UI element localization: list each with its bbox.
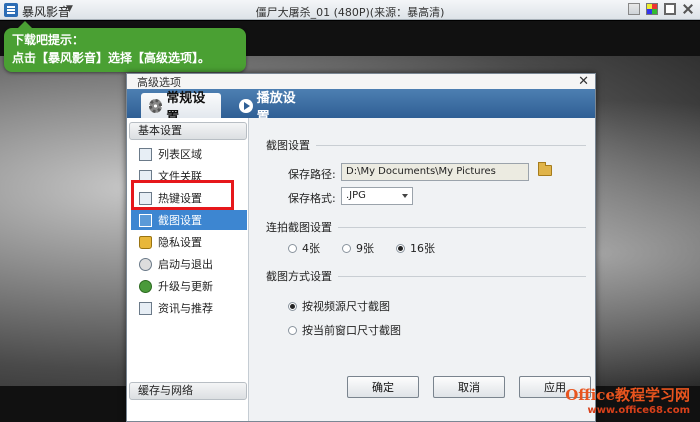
news-icon xyxy=(139,301,152,315)
burst-radio-16[interactable]: 16张 xyxy=(396,240,435,256)
save-path-input[interactable]: D:\My Documents\My Pictures xyxy=(341,163,529,181)
sidebar-header-basic[interactable]: 基本设置 xyxy=(129,122,247,140)
tip-title: 下载吧提示： xyxy=(12,33,85,47)
select-value: .JPG xyxy=(346,190,366,201)
section-title: 连拍截图设置 xyxy=(266,221,332,234)
radio-icon xyxy=(342,243,351,253)
tab-playback-settings[interactable]: 播放设置 xyxy=(231,91,315,125)
settings-sidebar: 基本设置 列表区域 文件关联 热键设置 截图设置 隐私设置 启动与退出 升级与更… xyxy=(127,118,249,421)
sidebar-item-label: 隐私设置 xyxy=(158,236,202,249)
dialog-tabbar: 常规设置 播放设置 xyxy=(127,89,595,125)
radio-label: 16张 xyxy=(410,242,435,255)
radio-label: 按视频源尺寸截图 xyxy=(302,300,390,313)
minimize-icon[interactable] xyxy=(628,3,640,15)
sidebar-item-label: 升级与更新 xyxy=(158,280,213,293)
save-format-label: 保存格式: xyxy=(288,192,336,205)
dialog-footer: 确定 取消 应用 xyxy=(347,376,591,398)
sidebar-item-startup-exit[interactable]: 启动与退出 xyxy=(131,254,247,274)
section-title: 截图设置 xyxy=(266,139,310,152)
gear-icon xyxy=(149,98,163,113)
folder-icon[interactable] xyxy=(538,162,552,176)
sidebar-item-label: 资讯与推荐 xyxy=(158,302,213,315)
close-icon[interactable] xyxy=(682,3,694,15)
sidebar-item-privacy[interactable]: 隐私设置 xyxy=(131,232,247,252)
sidebar-item-list-area[interactable]: 列表区域 xyxy=(131,144,247,164)
save-format-select[interactable]: .JPG xyxy=(341,187,413,205)
radio-label: 9张 xyxy=(356,242,374,255)
radio-icon xyxy=(288,243,297,253)
lock-icon xyxy=(139,235,152,249)
maximize-icon[interactable] xyxy=(664,3,676,15)
section-mode: 截图方式设置 xyxy=(266,268,586,284)
tab-general-settings[interactable]: 常规设置 xyxy=(141,91,221,125)
cancel-button[interactable]: 取消 xyxy=(433,376,505,398)
section-screenshot: 截图设置 xyxy=(266,137,586,153)
window-controls xyxy=(628,3,694,15)
watermark: Office教程学习网 www.office68.com xyxy=(565,384,690,416)
highlight-annotation xyxy=(131,180,234,210)
section-burst: 连拍截图设置 xyxy=(266,219,586,235)
mode-radio-window-size[interactable]: 按当前窗口尺寸截图 xyxy=(288,322,401,338)
sidebar-item-upgrade[interactable]: 升级与更新 xyxy=(131,276,247,296)
burst-radio-4[interactable]: 4张 xyxy=(288,240,320,256)
watermark-url: www.office68.com xyxy=(587,405,690,416)
chevron-down-icon xyxy=(402,194,408,198)
radio-label: 4张 xyxy=(302,242,320,255)
sidebar-header-cache-network[interactable]: 缓存与网络 xyxy=(129,382,247,400)
sidebar-item-label: 启动与退出 xyxy=(158,258,213,271)
sidebar-item-label: 列表区域 xyxy=(158,148,202,161)
radio-selected-icon xyxy=(288,301,297,311)
burst-radio-9[interactable]: 9张 xyxy=(342,240,374,256)
tip-bubble: 下载吧提示： 点击【暴风影音】选择【高级选项】。 xyxy=(4,21,246,72)
radio-label: 按当前窗口尺寸截图 xyxy=(302,324,401,337)
section-title: 截图方式设置 xyxy=(266,270,332,283)
radio-icon xyxy=(288,325,297,335)
power-icon xyxy=(139,257,152,271)
play-settings-icon xyxy=(239,98,253,113)
ok-button[interactable]: 确定 xyxy=(347,376,419,398)
sidebar-item-label: 截图设置 xyxy=(158,214,202,227)
video-title: 僵尸大屠杀_01 (480P)(来源：暴高清) xyxy=(255,6,445,19)
mode-radio-video-size[interactable]: 按视频源尺寸截图 xyxy=(288,298,390,314)
camera-icon xyxy=(139,213,152,227)
player-titlebar: 暴风影音 ▼ 僵尸大屠杀_01 (480P)(来源：暴高清) xyxy=(0,0,700,20)
sidebar-item-screenshot[interactable]: 截图设置 xyxy=(131,210,247,230)
list-icon xyxy=(139,147,152,161)
advanced-options-dialog: 高级选项 ✕ 常规设置 播放设置 基本设置 列表区域 文件关联 热键设置 截图设… xyxy=(126,73,596,422)
radio-selected-icon xyxy=(396,243,405,253)
close-icon[interactable]: ✕ xyxy=(578,75,589,88)
skin-icon[interactable] xyxy=(646,3,658,15)
sidebar-item-news[interactable]: 资讯与推荐 xyxy=(131,298,247,318)
update-globe-icon xyxy=(139,279,152,293)
watermark-title: Office教程学习网 xyxy=(565,386,690,404)
save-path-label: 保存路径: xyxy=(288,168,336,181)
tip-body: 点击【暴风影音】选择【高级选项】。 xyxy=(12,51,211,65)
